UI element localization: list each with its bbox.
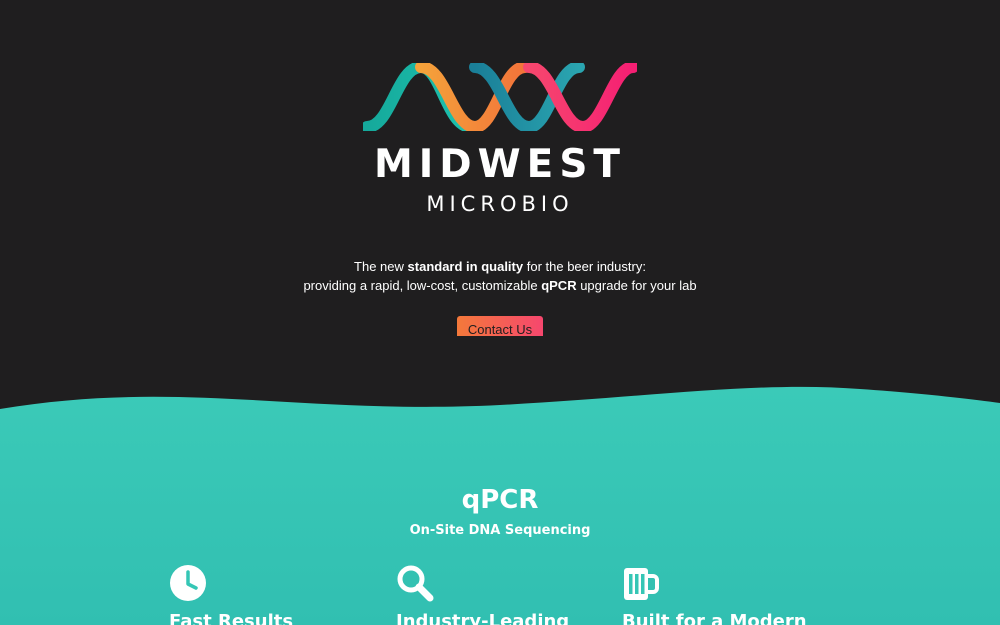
brand-subtitle: MICROBIO bbox=[426, 192, 574, 216]
feature-title: Built for a Modern bbox=[622, 611, 807, 625]
tagline-line2-pre: providing a rapid, low-cost, customizabl… bbox=[303, 278, 542, 293]
magnifier-icon bbox=[397, 565, 434, 602]
beer-mug-icon bbox=[624, 568, 659, 600]
tagline-line1-post: for the beer industry: bbox=[523, 259, 646, 274]
section-title: qPCR bbox=[461, 485, 539, 515]
tagline-line2-bold: qPCR bbox=[541, 278, 577, 293]
section-subtitle: On-Site DNA Sequencing bbox=[409, 523, 591, 538]
hero-tagline: The new standard in quality for the beer… bbox=[0, 257, 1000, 295]
clock-icon bbox=[170, 565, 206, 601]
hero-section: MIDWEST MICROBIO The new standard in qua… bbox=[0, 0, 1000, 625]
feature-fast-results: Fast Results bbox=[169, 564, 389, 625]
tagline-line2-post: upgrade for your lab bbox=[576, 278, 697, 293]
feature-industry-leading: Industry-Leading bbox=[396, 564, 616, 625]
dna-helix-logo-icon bbox=[363, 63, 637, 131]
contact-us-button[interactable]: Contact Us bbox=[457, 316, 543, 336]
brand-name: MIDWEST bbox=[373, 142, 627, 187]
tagline-line1-pre: The new bbox=[354, 259, 408, 274]
tagline-line1-bold: standard in quality bbox=[407, 259, 524, 274]
feature-built-modern: Built for a Modern bbox=[622, 564, 842, 625]
feature-title: Industry-Leading bbox=[396, 611, 570, 625]
feature-title: Fast Results bbox=[169, 611, 294, 625]
